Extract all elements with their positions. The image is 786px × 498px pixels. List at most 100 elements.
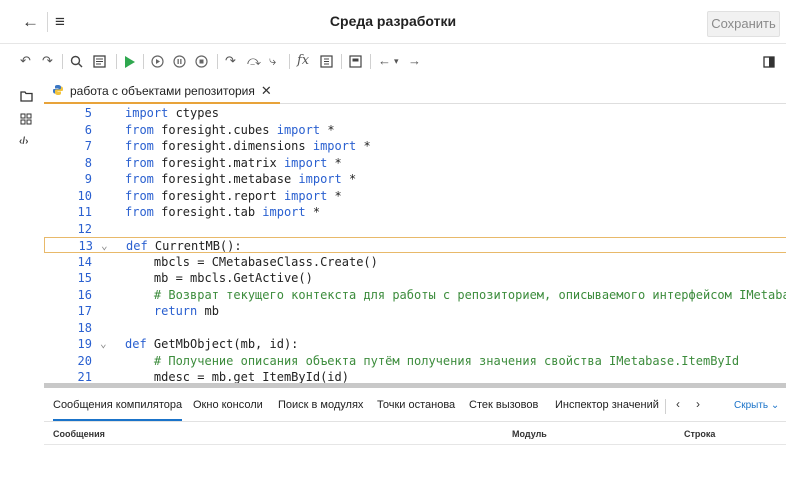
chevron-right-icon[interactable]: › <box>696 397 700 411</box>
code-line[interactable]: 6 from foresight.cubes import * <box>44 122 786 138</box>
line-number: 14 <box>77 254 92 269</box>
function-icon[interactable]: fx <box>297 51 309 71</box>
line-number: 6 <box>84 122 92 137</box>
code-text: from foresight.report import * <box>125 188 342 203</box>
line-number: 12 <box>77 221 92 236</box>
evaluate-icon[interactable] <box>320 51 333 71</box>
code-text: def GetMbObject(mb, id): <box>125 337 299 351</box>
tab-console[interactable]: Окно консоли <box>193 399 263 411</box>
line-number: 21 <box>77 370 92 383</box>
toolbar-divider <box>370 54 371 69</box>
line-number: 9 <box>84 172 92 186</box>
code-text: from foresight.dimensions import * <box>125 139 371 153</box>
fold-chevron-icon[interactable]: ⌄ <box>101 238 108 254</box>
left-rail: ‹/› <box>0 80 44 498</box>
line-number: 7 <box>84 139 92 153</box>
close-icon[interactable]: ✕ <box>261 83 272 99</box>
code-text: return mb <box>153 304 219 318</box>
line-number: 10 <box>77 188 92 203</box>
tab-file-label: работа с объектами репозитория <box>70 84 255 98</box>
code-text: # Возврат текущего контекста для работы … <box>153 287 786 302</box>
debug-panel-icon[interactable] <box>93 51 106 71</box>
line-number: 16 <box>77 287 92 302</box>
editor-tabbar: работа с объектами репозитория ✕ <box>44 80 786 104</box>
arrow-left-icon[interactable]: ← <box>22 12 39 32</box>
code-text: mbcls = CMetabaseClass.Create() <box>125 254 378 269</box>
step-into-icon[interactable]: ⤼ <box>247 51 261 71</box>
tab-call-stack[interactable]: Стек вызовов <box>469 399 538 411</box>
pause-icon[interactable] <box>173 51 186 71</box>
search-icon[interactable] <box>70 51 83 71</box>
horizontal-scrollbar[interactable] <box>44 383 786 388</box>
code-line[interactable]: 11 from foresight.tab import * <box>44 204 786 220</box>
code-line[interactable]: 20 # Получение описания объекта путём по… <box>44 353 786 369</box>
code-text: mb = mbcls.GetActive() <box>125 271 313 285</box>
step-out-icon[interactable]: ⤷ <box>269 51 276 71</box>
app-header: ← ≡ Среда разработки Сохранить <box>0 0 786 44</box>
code-icon[interactable]: ‹/› <box>19 136 28 147</box>
stop-icon[interactable] <box>195 51 208 71</box>
chevron-down-icon: ⌄ <box>768 400 780 411</box>
tab-module-search[interactable]: Поиск в модулях <box>278 399 363 411</box>
toolbar-divider <box>289 54 290 69</box>
code-line[interactable]: 12 <box>44 221 786 237</box>
toolbar-divider <box>341 54 342 69</box>
folder-icon[interactable] <box>20 90 33 105</box>
page-title: Среда разработки <box>329 13 457 29</box>
run-icon[interactable] <box>124 51 135 71</box>
toolbar-divider <box>217 54 218 69</box>
code-text: from foresight.metabase import * <box>125 172 357 186</box>
save-button[interactable]: Сохранить <box>707 11 780 37</box>
line-number: 5 <box>84 106 92 120</box>
code-line[interactable]: 10 from foresight.report import * <box>44 188 786 204</box>
tab-compiler-messages[interactable]: Сообщения компилятора <box>53 399 183 421</box>
code-line[interactable]: 15 mb = mbcls.GetActive() <box>44 270 786 286</box>
code-line[interactable]: 21 mdesc = mb.get_ItemById(id) <box>44 369 786 383</box>
hamburger-menu-icon[interactable]: ≡ <box>55 12 65 32</box>
tab-breakpoints[interactable]: Точки останова <box>377 399 455 411</box>
code-line[interactable]: 7 from foresight.dimensions import * <box>44 138 786 154</box>
code-line[interactable]: 16 # Возврат текущего контекста для рабо… <box>44 287 786 303</box>
toolbar-divider <box>116 54 117 69</box>
step-start-icon[interactable] <box>151 51 164 71</box>
grid-icon[interactable] <box>20 113 32 128</box>
forward-icon[interactable]: → <box>408 51 421 71</box>
chevron-left-icon[interactable]: ‹ <box>676 397 680 411</box>
tab-file[interactable]: работа с объектами репозитория ✕ <box>44 80 280 104</box>
code-text: def CurrentMB(): <box>126 239 242 253</box>
hide-panel-link[interactable]: Скрыть ⌄ <box>734 400 779 411</box>
code-text: # Получение описания объекта путём получ… <box>153 353 740 368</box>
code-text: import ctypes <box>125 106 219 120</box>
dropdown-icon[interactable]: ▾ <box>394 51 399 71</box>
tab-value-inspector[interactable]: Инспектор значений <box>555 399 659 411</box>
breakpoints-icon[interactable] <box>349 51 362 71</box>
code-line[interactable]: 17 return mb <box>44 303 786 319</box>
code-line[interactable]: 8 from foresight.matrix import * <box>44 155 786 171</box>
editor-toolbar: ↶ ↷ ↷ ⤼ ⤷ fx ← ▾ → <box>0 46 786 76</box>
panel-tabs: Сообщения компилятора Окно консоли Поиск… <box>44 390 786 422</box>
line-number: 8 <box>84 155 92 170</box>
line-number: 17 <box>77 304 92 318</box>
code-line[interactable]: 9 from foresight.metabase import * <box>44 171 786 187</box>
code-editor[interactable]: 5 import ctypes 6 from foresight.cubes impo… <box>44 105 786 383</box>
code-line[interactable]: 19 ⌄ def GetMbObject(mb, id): <box>44 336 786 352</box>
line-number: 15 <box>77 271 92 285</box>
code-text: from foresight.cubes import * <box>125 122 335 137</box>
code-line[interactable]: 5 import ctypes <box>44 105 786 121</box>
header-divider <box>47 12 48 32</box>
redo-icon[interactable]: ↷ <box>42 51 53 71</box>
fold-chevron-icon[interactable]: ⌄ <box>100 336 107 352</box>
panel-tabs-divider <box>665 399 666 414</box>
code-line[interactable]: 13 ⌄ def CurrentMB(): <box>44 237 786 253</box>
code-line[interactable]: 18 <box>44 320 786 336</box>
code-line[interactable]: 14 mbcls = CMetabaseClass.Create() <box>44 254 786 270</box>
toggle-panel-icon[interactable] <box>763 51 775 71</box>
undo-icon[interactable]: ↶ <box>20 51 31 71</box>
step-over-icon[interactable]: ↷ <box>225 51 236 71</box>
messages-table-header: Сообщения Модуль Строка <box>44 423 786 445</box>
back-icon[interactable]: ← <box>378 51 391 71</box>
code-text: from foresight.matrix import * <box>125 155 342 170</box>
bottom-panel: Сообщения компилятора Окно консоли Поиск… <box>44 390 786 498</box>
line-number: 13 <box>78 239 93 253</box>
hide-panel-label: Скрыть <box>734 400 769 411</box>
